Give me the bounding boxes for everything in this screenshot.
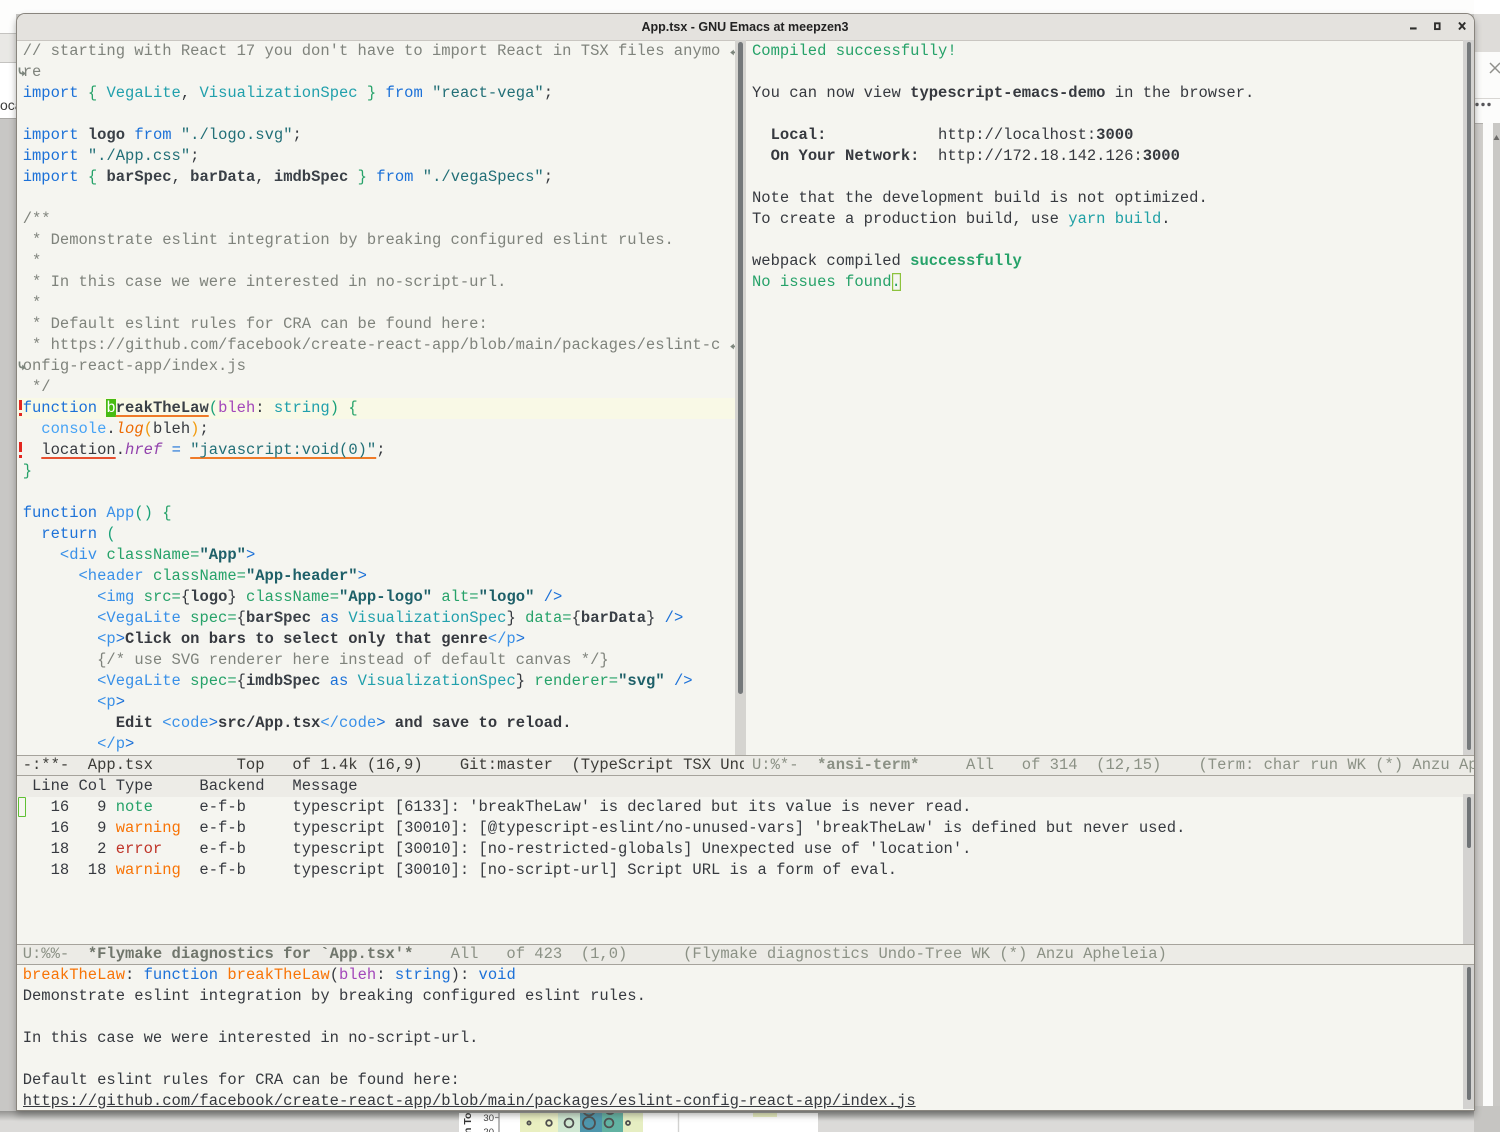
- svg-text:n To: n To: [462, 1113, 474, 1132]
- svg-text:30: 30: [483, 1113, 494, 1124]
- svg-text:20: 20: [483, 1127, 494, 1132]
